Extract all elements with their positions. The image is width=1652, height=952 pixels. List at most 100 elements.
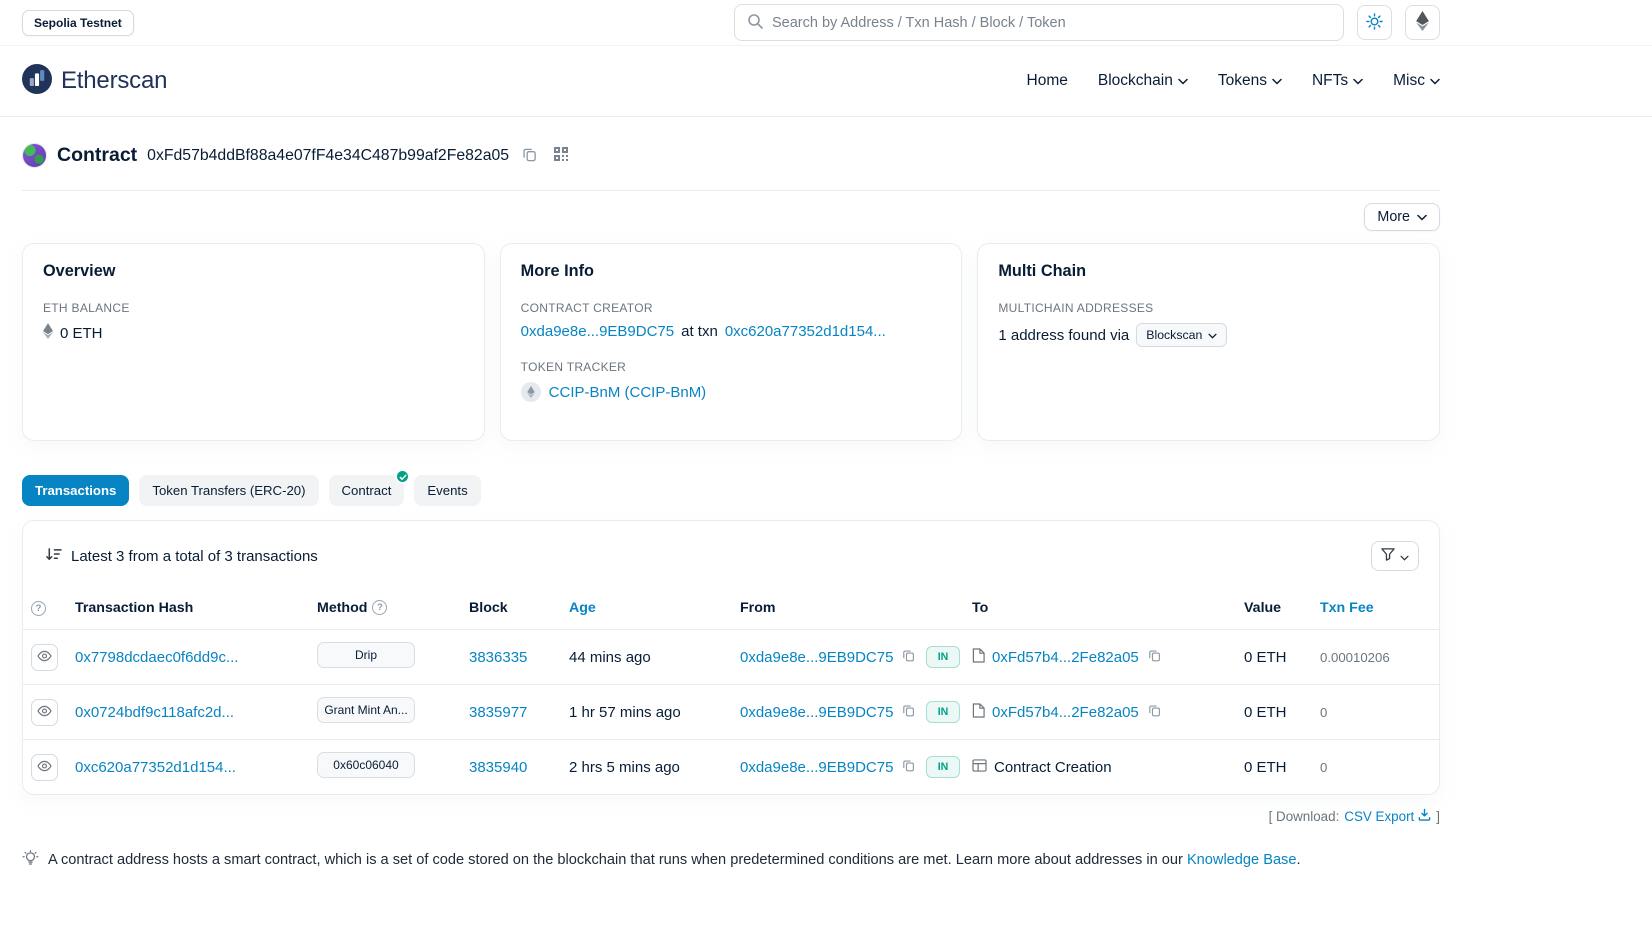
main-content: Contract 0xFd57b4ddBf88a4e07fF4e34C487b9… (22, 117, 1440, 874)
transactions-summary-text: Latest 3 from a total of 3 transactions (71, 548, 318, 565)
creation-txn-link[interactable]: 0xc620a77352d1d154... (725, 323, 886, 340)
contract-creation-icon (972, 759, 987, 776)
note-text: A contract address hosts a smart contrac… (48, 852, 1183, 868)
block-link[interactable]: 3836335 (469, 649, 527, 666)
theme-toggle-button[interactable] (1357, 5, 1392, 40)
nav-item-nfts[interactable]: NFTs (1312, 72, 1363, 90)
copy-from-button[interactable] (900, 757, 917, 777)
txn-hash-link[interactable]: 0x7798dcdaec0f6dd9c... (75, 649, 238, 666)
txn-fee-text: 0 (1320, 705, 1327, 720)
txn-fee-text: 0 (1320, 760, 1327, 775)
col-from: From (732, 587, 918, 630)
tab-events[interactable]: Events (414, 475, 480, 506)
nav-item-misc[interactable]: Misc (1393, 72, 1440, 90)
search-input[interactable] (772, 15, 1331, 31)
chevron-down-icon (1417, 209, 1427, 225)
tab-bar: Transactions Token Transfers (ERC-20) Co… (22, 475, 1440, 506)
contract-file-icon (972, 703, 985, 722)
age-text: 44 mins ago (569, 649, 651, 666)
more-info-card: More Info CONTRACT CREATOR 0xda9e8e...9E… (500, 243, 963, 441)
transactions-table: ? Transaction Hash Method ? Block Age Fr… (23, 587, 1439, 794)
txn-fee-text: 0.00010206 (1320, 650, 1390, 665)
portfolio-dropdown[interactable]: Blockscan (1136, 323, 1227, 347)
method-badge[interactable]: Drip (317, 642, 415, 668)
tab-contract[interactable]: Contract (329, 475, 405, 506)
main-nav: Home Blockchain Tokens NFTs Misc (1027, 72, 1440, 90)
theme-icon (1366, 13, 1383, 33)
token-tracker-link[interactable]: CCIP-BnM (CCIP-BnM) (549, 384, 707, 401)
nav-item-tokens[interactable]: Tokens (1218, 72, 1282, 90)
search-icon (747, 13, 763, 33)
table-row: 0x0724bdf9c118afc2d... Grant Mint An... … (23, 685, 1439, 740)
copy-from-button[interactable] (900, 702, 917, 722)
to-address-link[interactable]: 0xFd57b4...2Fe82a05 (992, 704, 1139, 721)
csv-export-link[interactable]: CSV Export (1344, 808, 1431, 824)
col-method: Method (317, 600, 367, 616)
eth-icon (43, 323, 53, 343)
col-txn-fee-toggle[interactable]: Txn Fee (1320, 600, 1374, 616)
method-badge[interactable]: 0x60c06040 (317, 752, 415, 778)
overview-card: Overview ETH BALANCE 0 ETH (22, 243, 485, 441)
copy-icon (902, 759, 915, 775)
qr-code-button[interactable] (550, 143, 572, 168)
etherscan-logo-icon (22, 64, 52, 98)
table-header-row: ? Transaction Hash Method ? Block Age Fr… (23, 587, 1439, 630)
filter-icon (1381, 548, 1395, 564)
chevron-down-icon (1430, 72, 1440, 90)
preview-txn-button[interactable] (31, 699, 58, 726)
to-address-link[interactable]: 0xFd57b4...2Fe82a05 (992, 649, 1139, 666)
copy-icon (902, 649, 915, 665)
txn-hash-link[interactable]: 0x0724bdf9c118afc2d... (75, 704, 234, 721)
creator-address-link[interactable]: 0xda9e8e...9EB9DC75 (521, 323, 674, 340)
summary-cards: Overview ETH BALANCE 0 ETH More Info CON… (22, 243, 1440, 441)
col-age-toggle[interactable]: Age (569, 600, 596, 616)
txn-hash-link[interactable]: 0xc620a77352d1d154... (75, 759, 236, 776)
method-badge[interactable]: Grant Mint An... (317, 697, 415, 723)
topbar: Sepolia Testnet (0, 0, 1652, 46)
network-switch-button[interactable] (1405, 5, 1440, 40)
direction-badge: IN (926, 701, 960, 723)
knowledge-base-link[interactable]: Knowledge Base (1187, 852, 1297, 868)
block-link[interactable]: 3835940 (469, 759, 527, 776)
preview-txn-button[interactable] (31, 644, 58, 671)
tab-token-transfers[interactable]: Token Transfers (ERC-20) (139, 475, 318, 506)
chevron-down-icon (1353, 72, 1363, 90)
from-address-link[interactable]: 0xda9e8e...9EB9DC75 (740, 704, 893, 721)
search-bar[interactable] (734, 4, 1344, 41)
filter-button[interactable] (1371, 541, 1419, 571)
age-text: 2 hrs 5 mins ago (569, 759, 680, 776)
block-link[interactable]: 3835977 (469, 704, 527, 721)
multichain-found-text: 1 address found via (998, 327, 1129, 344)
direction-badge: IN (926, 756, 960, 778)
verified-check-icon (395, 469, 410, 484)
header-divider (22, 190, 1440, 191)
eth-balance-label: ETH BALANCE (43, 301, 464, 315)
copy-from-button[interactable] (900, 647, 917, 667)
overview-card-title: Overview (43, 262, 464, 281)
copy-to-button[interactable] (1146, 647, 1163, 667)
etherscan-logo[interactable]: Etherscan (22, 64, 167, 98)
chevron-down-icon (1178, 72, 1188, 90)
network-badge[interactable]: Sepolia Testnet (22, 10, 134, 36)
from-address-link[interactable]: 0xda9e8e...9EB9DC75 (740, 759, 893, 776)
nav-item-home[interactable]: Home (1027, 72, 1068, 90)
col-block: Block (461, 587, 561, 630)
copy-address-button[interactable] (519, 144, 540, 168)
help-icon[interactable]: ? (31, 601, 46, 616)
contract-file-icon (972, 648, 985, 667)
tab-transactions[interactable]: Transactions (22, 475, 129, 506)
contract-avatar (22, 143, 47, 168)
help-icon[interactable]: ? (372, 600, 387, 615)
chevron-down-icon (1272, 72, 1282, 90)
copy-icon (902, 704, 915, 720)
lightbulb-icon (22, 850, 39, 874)
preview-txn-button[interactable] (31, 754, 58, 781)
copy-to-button[interactable] (1146, 702, 1163, 722)
col-to: To (964, 587, 1236, 630)
multichain-addresses-label: MULTICHAIN ADDRESSES (998, 301, 1419, 315)
more-button[interactable]: More (1364, 203, 1440, 231)
from-address-link[interactable]: 0xda9e8e...9EB9DC75 (740, 649, 893, 666)
download-prefix-text: [ Download: (1269, 809, 1340, 824)
eth-balance-value: 0 ETH (60, 325, 103, 342)
nav-item-blockchain[interactable]: Blockchain (1098, 72, 1188, 90)
